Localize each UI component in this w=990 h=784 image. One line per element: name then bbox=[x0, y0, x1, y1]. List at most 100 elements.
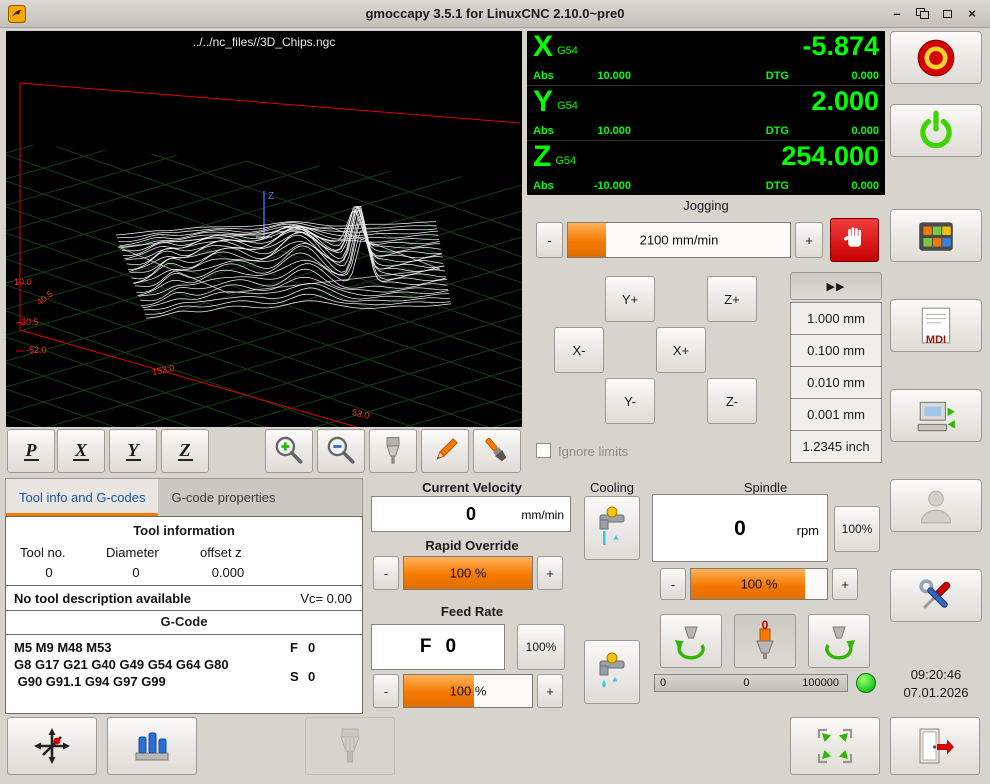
titlebar[interactable]: gmoccapy 3.5.1 for LinuxCNC 2.10.0~pre0 … bbox=[0, 0, 990, 28]
settings-button[interactable] bbox=[890, 569, 982, 622]
fullscreen-button[interactable] bbox=[790, 717, 880, 775]
zoom-out-icon bbox=[323, 433, 359, 469]
mist-icon bbox=[590, 505, 634, 551]
view-x-label: X bbox=[73, 441, 89, 462]
s-value: 0 bbox=[308, 669, 315, 684]
f-label: F bbox=[290, 640, 298, 655]
ignore-limits-checkbox[interactable] bbox=[536, 443, 551, 458]
clear-plot-button[interactable] bbox=[473, 429, 521, 473]
dro-axis-z[interactable]: Z G54 254.000 Abs -10.000 DTG 0.000 bbox=[527, 141, 885, 195]
view-z-label: Z bbox=[178, 441, 193, 462]
close-button[interactable]: × bbox=[964, 6, 980, 22]
ignore-limits-label: Ignore limits bbox=[558, 444, 628, 459]
jog-pad-button[interactable] bbox=[890, 209, 982, 262]
feed-display: F 0 bbox=[371, 624, 505, 670]
jog-mode-button[interactable] bbox=[830, 218, 879, 262]
spindle-stop-button[interactable]: 0 bbox=[734, 614, 796, 668]
jog-x-plus-button[interactable]: X+ bbox=[656, 327, 706, 373]
jog-speed-minus-button[interactable]: - bbox=[536, 222, 563, 258]
jog-speed-value: 2100 mm/min bbox=[568, 233, 790, 248]
rapid-override-slider[interactable]: 100 % bbox=[403, 556, 533, 590]
abs-label: Abs bbox=[533, 70, 567, 82]
increment-1mm-button[interactable]: 1.000 mm bbox=[790, 302, 882, 335]
tool-view-icon bbox=[376, 434, 410, 468]
spindle-panel: Spindle 0 rpm 100% - 100 % + 0 bbox=[646, 478, 885, 714]
col-offset-z: offset z bbox=[200, 545, 242, 560]
f-value: 0 bbox=[308, 640, 315, 655]
axis-value: 254.000 bbox=[781, 143, 879, 169]
tab-gcode-properties[interactable]: G-code properties bbox=[158, 479, 288, 516]
mdi-label: MDI bbox=[891, 334, 981, 346]
tab-tool-info[interactable]: Tool info and G-codes bbox=[6, 479, 158, 516]
spindle-left-button[interactable] bbox=[660, 614, 722, 668]
tool-description: No tool description available bbox=[14, 591, 191, 606]
tool-change-button[interactable] bbox=[305, 717, 395, 775]
feed-minus-button[interactable]: - bbox=[373, 674, 399, 708]
restore-button[interactable] bbox=[914, 6, 930, 22]
spindle-rpm-unit: rpm bbox=[797, 523, 819, 538]
estop-button[interactable] bbox=[890, 31, 982, 84]
zoom-in-button[interactable] bbox=[265, 429, 313, 473]
increment-001mm-button[interactable]: 0.010 mm bbox=[790, 366, 882, 399]
tool-view-button[interactable] bbox=[369, 429, 417, 473]
jog-speed-slider[interactable]: 2100 mm/min bbox=[567, 222, 791, 258]
increment-0001mm-button[interactable]: 0.001 mm bbox=[790, 398, 882, 431]
flood-button[interactable] bbox=[584, 640, 640, 704]
velocity-panel: Current Velocity 0 mm/min Rapid Override… bbox=[367, 478, 577, 714]
zoom-out-button[interactable] bbox=[317, 429, 365, 473]
gcode-preview[interactable]: ../../nc_files//3D_Chips.ngc 10.0 40.5 -… bbox=[6, 31, 522, 427]
exit-button[interactable] bbox=[890, 717, 980, 775]
jog-y-minus-button[interactable]: Y- bbox=[605, 378, 655, 424]
jog-z-minus-button[interactable]: Z- bbox=[707, 378, 757, 424]
spindle-plus-button[interactable]: + bbox=[832, 568, 858, 600]
dtg-value: 0.000 bbox=[789, 70, 879, 82]
rapid-plus-button[interactable]: + bbox=[537, 556, 563, 590]
spindle-right-button[interactable] bbox=[808, 614, 870, 668]
mdi-button[interactable]: MDI bbox=[890, 299, 982, 352]
user-button[interactable] bbox=[890, 479, 982, 532]
jog-z-plus-button[interactable]: Z+ bbox=[707, 276, 757, 322]
estop-icon bbox=[915, 37, 957, 79]
axis-letter: Y bbox=[533, 88, 553, 116]
spindle-reset-button[interactable]: 100% bbox=[834, 506, 880, 552]
jogging-title: Jogging bbox=[527, 198, 885, 213]
dimensions-button[interactable] bbox=[421, 429, 469, 473]
jog-y-plus-button[interactable]: Y+ bbox=[605, 276, 655, 322]
flood-icon bbox=[590, 649, 634, 695]
dro-axis-x[interactable]: X G54 -5.874 Abs 10.000 DTG 0.000 bbox=[527, 31, 885, 86]
touch-off-button[interactable] bbox=[7, 717, 97, 775]
view-y-button[interactable]: Y bbox=[109, 429, 157, 473]
feed-plus-button[interactable]: + bbox=[537, 674, 563, 708]
maximize-button[interactable] bbox=[939, 6, 955, 22]
abs-label: Abs bbox=[533, 180, 567, 192]
power-button[interactable] bbox=[890, 104, 982, 157]
jog-x-minus-button[interactable]: X- bbox=[554, 327, 604, 373]
spindle-minus-button[interactable]: - bbox=[660, 568, 686, 600]
user-icon bbox=[915, 485, 957, 527]
axis-tick: -30.5 bbox=[18, 317, 39, 327]
increment-inch-button[interactable]: 1.2345 inch bbox=[790, 430, 882, 463]
view-z-button[interactable]: Z bbox=[161, 429, 209, 473]
active-mcodes: M5 M9 M48 M53 bbox=[14, 640, 112, 655]
gcode-title: G-Code bbox=[6, 614, 362, 629]
tools-icon bbox=[915, 575, 957, 617]
mist-button[interactable] bbox=[584, 496, 640, 560]
dro-axis-y[interactable]: Y G54 2.000 Abs 10.000 DTG 0.000 bbox=[527, 86, 885, 141]
jog-speed-plus-button[interactable]: + bbox=[795, 222, 823, 258]
view-x-button[interactable]: X bbox=[57, 429, 105, 473]
abs-value: -10.000 bbox=[567, 180, 631, 192]
rapid-minus-button[interactable]: - bbox=[373, 556, 399, 590]
jog-continuous-button[interactable]: ▶▶ bbox=[790, 272, 882, 300]
minimize-button[interactable]: – bbox=[889, 6, 905, 22]
spindle-title: Spindle bbox=[646, 480, 885, 495]
val-offset-z: 0.000 bbox=[196, 565, 260, 580]
spindle-override-slider[interactable]: 100 % bbox=[690, 568, 828, 600]
view-perspective-button[interactable]: P bbox=[7, 429, 55, 473]
power-icon bbox=[915, 110, 957, 152]
tool-table-button[interactable] bbox=[107, 717, 197, 775]
cooling-title: Cooling bbox=[580, 480, 644, 495]
increment-01mm-button[interactable]: 0.100 mm bbox=[790, 334, 882, 367]
feed-override-slider[interactable]: 100 % bbox=[403, 674, 533, 708]
machine-button[interactable] bbox=[890, 389, 982, 442]
feed-reset-button[interactable]: 100% bbox=[517, 624, 565, 670]
